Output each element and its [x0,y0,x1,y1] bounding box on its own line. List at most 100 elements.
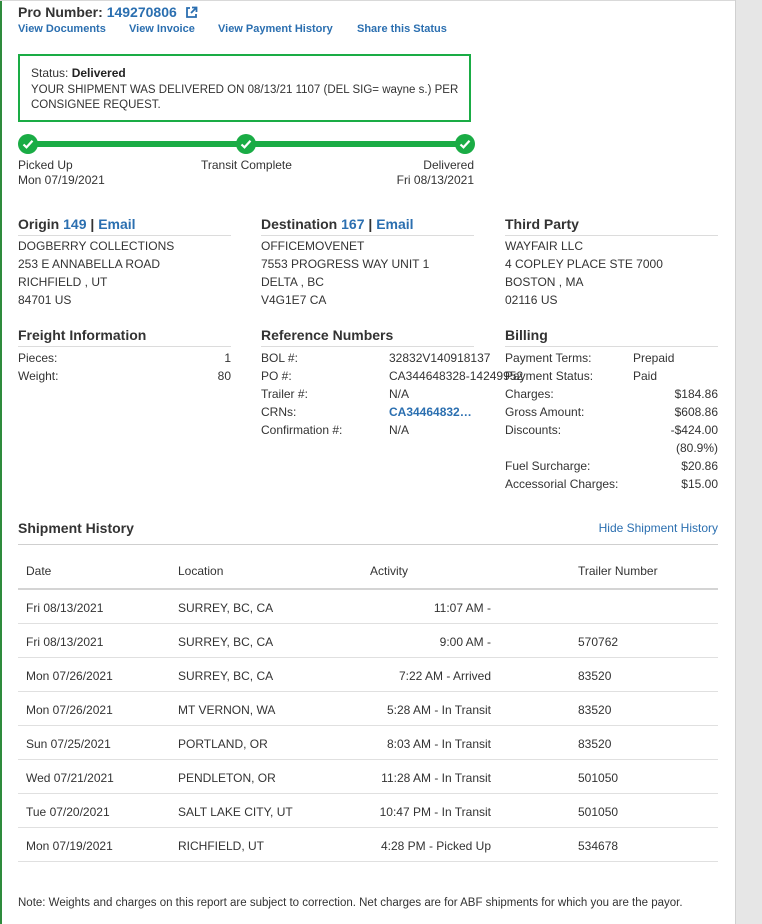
date-cell: Fri 08/13/2021 [26,635,104,649]
weight-label: Weight: [18,369,59,383]
milestone-label: Transit Complete [201,158,292,172]
trailer-cell: 83520 [578,703,612,717]
confirmation-value: N/A [389,423,410,437]
activity-cell: 4:28 PM - Picked Up [380,839,491,853]
top-border [0,0,736,1]
milestone-date: Mon 07/19/2021 [18,173,105,187]
fuel-surcharge-value: $20.86 [681,459,718,473]
payment-status-value: Paid [633,369,658,383]
view-payment-history-link[interactable]: View Payment History [218,23,333,35]
address-line: 253 E ANNABELLA ROAD [18,257,161,271]
third-party-heading: Third Party [505,216,579,232]
date-cell: Mon 07/19/2021 [26,839,113,853]
reference-heading: Reference Numbers [261,327,394,343]
pro-number-value[interactable]: 149270806 [107,4,177,20]
payment-terms-value: Prepaid [633,351,675,365]
crns-link[interactable]: CA34464832… [389,405,472,419]
discounts-label: Discounts: [505,423,562,437]
origin-address: DOGBERRY COLLECTIONS 253 E ANNABELLA ROA… [18,237,174,309]
divider [18,235,231,236]
billing-heading: Billing [505,327,548,343]
po-label: PO #: [261,369,292,383]
pieces-value: 1 [224,351,231,365]
trailer-cell: 570762 [578,635,619,649]
gross-amount-label: Gross Amount: [505,405,585,419]
location-cell: SURREY, BC, CA [178,635,274,649]
location-cell: SURREY, BC, CA [178,669,274,683]
activity-cell: 7:22 AM - Arrived [398,669,491,683]
pro-number-heading: Pro Number: 149270806 [18,4,198,22]
pro-number-label: Pro Number: [18,4,103,20]
destination-title: Destination [261,216,338,232]
table-row: Fri 08/13/2021 SURREY, BC, CA 11:07 AM - [18,590,718,624]
date-cell: Wed 07/21/2021 [26,771,114,785]
activity-cell: 11:07 AM - [433,601,491,615]
date-cell: Tue 07/20/2021 [26,805,110,819]
confirmation-label: Confirmation #: [261,423,343,437]
trailer-cell: 501050 [578,805,619,819]
po-value: CA344648328-14249952 [389,369,524,383]
vertical-scrollbar[interactable] [735,0,762,924]
shipment-progress [18,134,476,156]
divider [261,346,474,347]
origin-terminal-link[interactable]: 149 [63,216,86,232]
address-line: 4 COPLEY PLACE STE 7000 [505,257,663,271]
payment-terms-label: Payment Terms: [505,351,592,365]
view-documents-link[interactable]: View Documents [18,23,106,35]
table-row: Mon 07/19/2021 RICHFIELD, UT 4:28 PM - Pic… [18,828,718,862]
charges-value: $184.86 [674,387,718,401]
left-border [0,0,2,924]
destination-address: OFFICEMOVENET 7553 PROGRESS WAY UNIT 1 D… [261,237,429,309]
hide-shipment-history-link[interactable]: Hide Shipment History [599,521,718,535]
location-cell: SALT LAKE CITY, UT [178,805,293,819]
table-row: Wed 07/21/2021 PENDLETON, OR 11:28 AM - In… [18,760,718,794]
table-row: Fri 08/13/2021 SURREY, BC, CA 9:00 AM - 570… [18,624,718,658]
location-cell: PORTLAND, OR [178,737,268,751]
date-cell: Mon 07/26/2021 [26,669,113,683]
milestone-date: Fri 08/13/2021 [396,173,474,187]
check-icon [18,134,38,154]
milestone-picked-up: Picked Up Mon 07/19/2021 [18,158,105,188]
activity-cell: 8:03 AM - In Transit [386,737,491,751]
discount-percent: (80.9%) [675,441,718,455]
activity-cell: 10:47 PM - In Transit [379,805,491,819]
divider [18,544,718,545]
weight-value: 80 [217,369,231,383]
divider [505,346,718,347]
view-invoice-link[interactable]: View Invoice [129,23,195,35]
separator: | [90,216,95,232]
activity-cell: 5:28 AM - In Transit [386,703,491,717]
milestone-label: Delivered [423,158,474,172]
status-label: Status: [31,66,69,80]
col-activity-header: Activity [370,564,409,578]
origin-heading: Origin 149 | Email [18,216,136,232]
address-line: BOSTON , MA [505,275,584,289]
divider [18,346,231,347]
external-link-icon[interactable] [185,6,198,22]
accessorial-value: $15.00 [681,477,718,491]
divider [261,235,474,236]
status-message: YOUR SHIPMENT WAS DELIVERED ON 08/13/21 … [31,84,459,111]
status-line: Status: Delivered [31,66,126,80]
address-line: WAYFAIR LLC [505,239,584,253]
location-cell: RICHFIELD, UT [178,839,265,853]
date-cell: Sun 07/25/2021 [26,737,111,751]
bol-value: 32832V140918137 [389,351,491,365]
origin-email-link[interactable]: Email [98,216,135,232]
address-line: DOGBERRY COLLECTIONS [18,239,175,253]
destination-terminal-link[interactable]: 167 [341,216,364,232]
destination-email-link[interactable]: Email [376,216,413,232]
activity-cell: 11:28 AM - In Transit [381,771,491,785]
destination-heading: Destination 167 | Email [261,216,414,232]
address-line: DELTA , BC [261,275,324,289]
pieces-label: Pieces: [18,351,58,365]
col-trailer-header: Trailer Number [578,564,658,578]
gross-amount-value: $608.86 [674,405,718,419]
milestone-label: Picked Up [18,158,73,172]
trailer-cell: 83520 [578,669,612,683]
address-line: 02116 US [505,293,558,307]
share-status-link[interactable]: Share this Status [357,23,447,35]
charges-label: Charges: [505,387,554,401]
table-header: Date Location Activity Trailer Number [18,552,718,590]
crns-label: CRNs: [261,405,297,419]
